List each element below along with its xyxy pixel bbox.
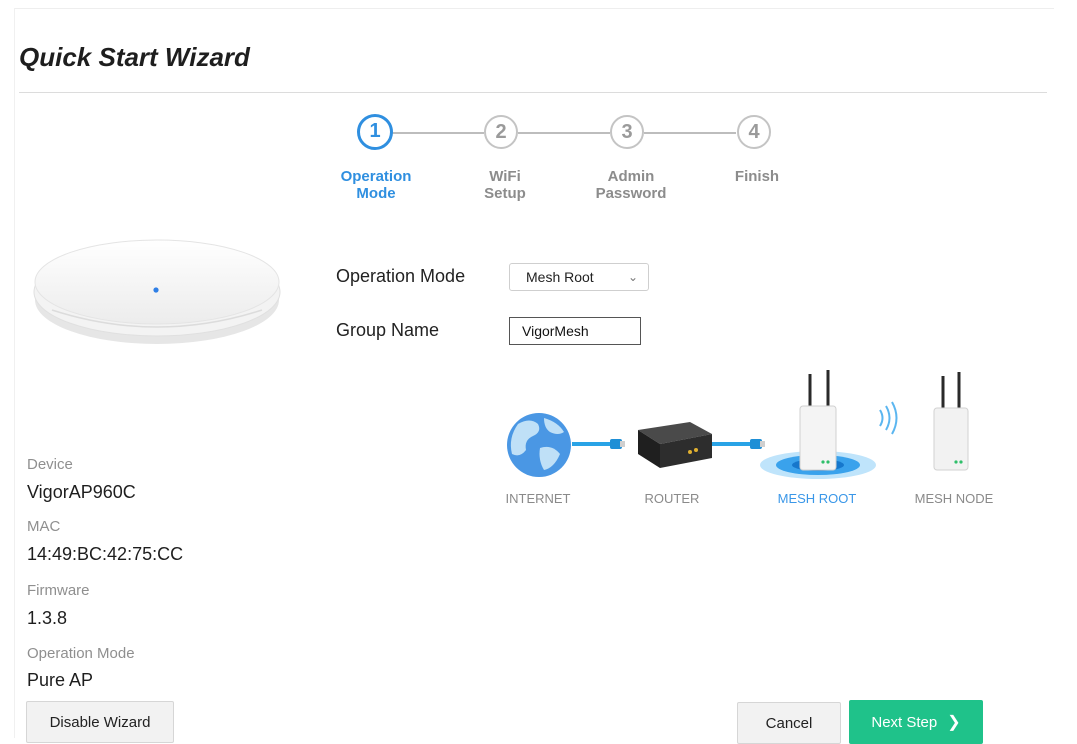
mac-value: 14:49:BC:42:75:CC	[27, 544, 184, 564]
device-label: Device	[27, 456, 73, 473]
internet-globe-icon	[507, 413, 571, 477]
router-icon	[638, 422, 712, 468]
chevron-down-icon: ⌄	[627, 270, 638, 284]
disable-wizard-button[interactable]: Disable Wizard	[26, 701, 174, 743]
title-divider	[19, 92, 1047, 93]
firmware-label: Firmware	[27, 582, 90, 599]
next-step-button[interactable]: Next Step ❯	[849, 700, 983, 744]
step-connector	[392, 132, 484, 134]
operation-mode-value: Mesh Root	[526, 269, 594, 285]
operation-mode-info-value: Pure AP	[27, 670, 94, 690]
group-name-label: Group Name	[336, 320, 440, 340]
cancel-button[interactable]: Cancel	[737, 702, 841, 744]
mesh-topology-diagram	[507, 370, 969, 479]
next-step-label: Next Step	[871, 714, 938, 731]
operation-mode-select[interactable]: Mesh Root ⌄	[509, 263, 649, 291]
step-1-circle: 1	[357, 114, 393, 150]
wifi-signal-icon	[879, 401, 898, 435]
step-3-label: Admin Password	[595, 168, 667, 202]
step-3-circle: 3	[610, 115, 644, 149]
mesh-node-label: MESH NODE	[914, 491, 994, 506]
chevron-right-icon: ❯	[947, 714, 961, 731]
firmware-value: 1.3.8	[27, 608, 68, 628]
step-4-circle: 4	[737, 115, 771, 149]
device-value: VigorAP960C	[27, 482, 136, 502]
mac-label: MAC	[27, 518, 61, 535]
group-name-input[interactable]: VigorMesh	[509, 317, 641, 345]
mesh-root-icon	[760, 370, 876, 479]
step-connector	[644, 132, 736, 134]
access-point-image	[33, 239, 281, 344]
step-connector	[518, 132, 610, 134]
router-label: ROUTER	[644, 491, 700, 506]
step-1-label: Operation Mode	[340, 168, 412, 202]
operation-mode-info-label: Operation Mode	[27, 645, 135, 662]
mesh-node-icon	[933, 372, 969, 471]
left-border	[14, 8, 15, 738]
step-4-label: Finish	[734, 168, 780, 185]
page-title: Quick Start Wizard	[19, 42, 250, 72]
step-2-label: WiFi Setup	[484, 168, 526, 202]
top-border	[14, 8, 1054, 9]
step-2-circle: 2	[484, 115, 518, 149]
operation-mode-label: Operation Mode	[336, 266, 466, 286]
internet-label: INTERNET	[505, 491, 571, 506]
mesh-root-label: MESH ROOT	[777, 491, 857, 506]
